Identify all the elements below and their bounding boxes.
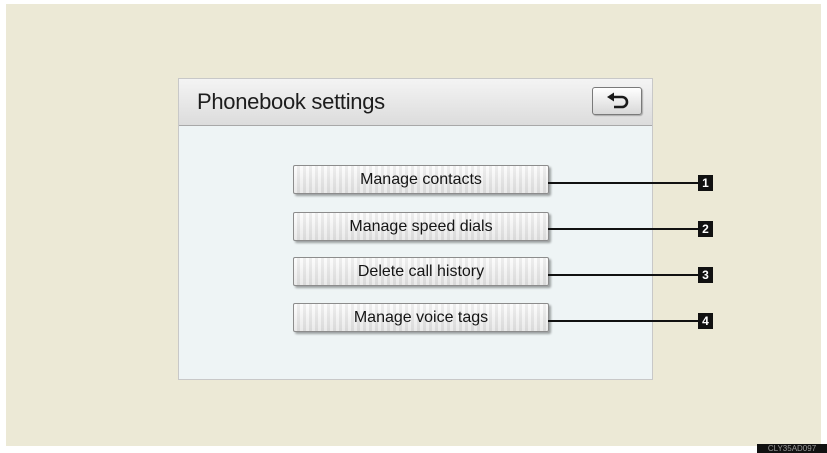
back-arrow-icon — [607, 92, 629, 109]
image-code-label: CLY35AD097 — [757, 444, 827, 453]
callout-badge: 4 — [698, 313, 713, 329]
callout-line — [548, 182, 698, 184]
title-bar: Phonebook settings — [179, 79, 652, 126]
manage-speed-dials-button[interactable]: Manage speed dials — [293, 212, 549, 241]
callout-line — [548, 320, 698, 322]
callout-badge: 3 — [698, 267, 713, 283]
manage-contacts-button[interactable]: Manage contacts — [293, 165, 549, 194]
delete-call-history-button[interactable]: Delete call history — [293, 257, 549, 286]
callout-badge: 2 — [698, 221, 713, 237]
callout-line — [548, 274, 698, 276]
page-title: Phonebook settings — [197, 89, 385, 114]
back-button[interactable] — [592, 87, 642, 115]
callout-line — [548, 228, 698, 230]
manage-voice-tags-button[interactable]: Manage voice tags — [293, 303, 549, 332]
callout-badge: 1 — [698, 175, 713, 191]
